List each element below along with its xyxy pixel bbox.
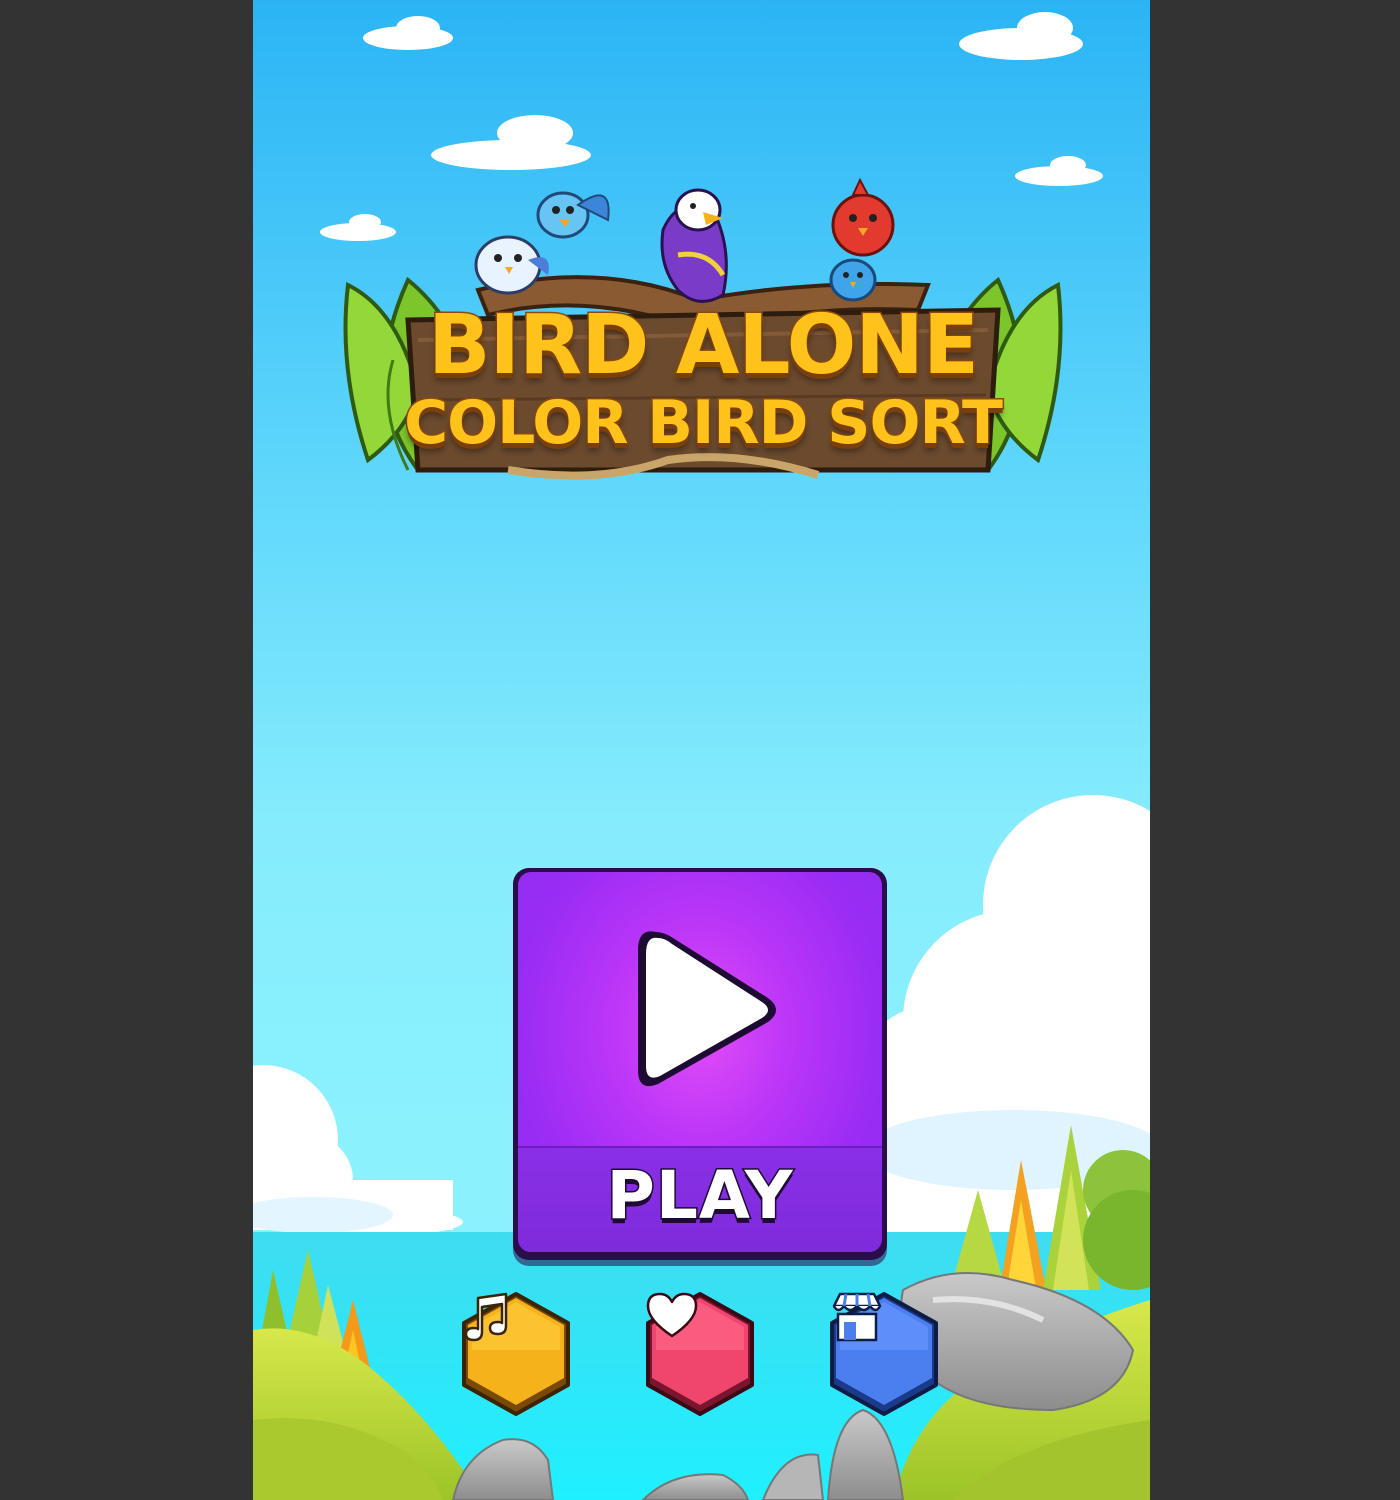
game-logo: BIRD ALONE COLOR BIRD SORT bbox=[338, 170, 1068, 500]
heart-icon bbox=[644, 1290, 756, 1412]
like-button[interactable] bbox=[644, 1290, 756, 1418]
music-note-icon bbox=[460, 1290, 572, 1412]
play-label-bar: PLAY bbox=[518, 1146, 882, 1252]
bird-blue-flying bbox=[536, 191, 610, 239]
bird-eagle bbox=[660, 188, 728, 303]
play-button-face: PLAY bbox=[518, 872, 882, 1252]
music-button[interactable] bbox=[460, 1290, 572, 1418]
play-button[interactable]: PLAY bbox=[513, 868, 887, 1260]
play-icon bbox=[638, 931, 776, 1087]
logo-title-line1: BIRD ALONE bbox=[427, 297, 981, 395]
logo-title-line2: COLOR BIRD SORT bbox=[403, 387, 1005, 460]
bird-red bbox=[831, 177, 895, 257]
play-label: PLAY bbox=[605, 1156, 794, 1236]
shop-icon bbox=[828, 1290, 940, 1412]
shop-button[interactable] bbox=[828, 1290, 940, 1418]
bird-small-blue bbox=[829, 258, 877, 302]
game-screen: BIRD ALONE COLOR BIRD SORT PLAY bbox=[253, 0, 1150, 1500]
